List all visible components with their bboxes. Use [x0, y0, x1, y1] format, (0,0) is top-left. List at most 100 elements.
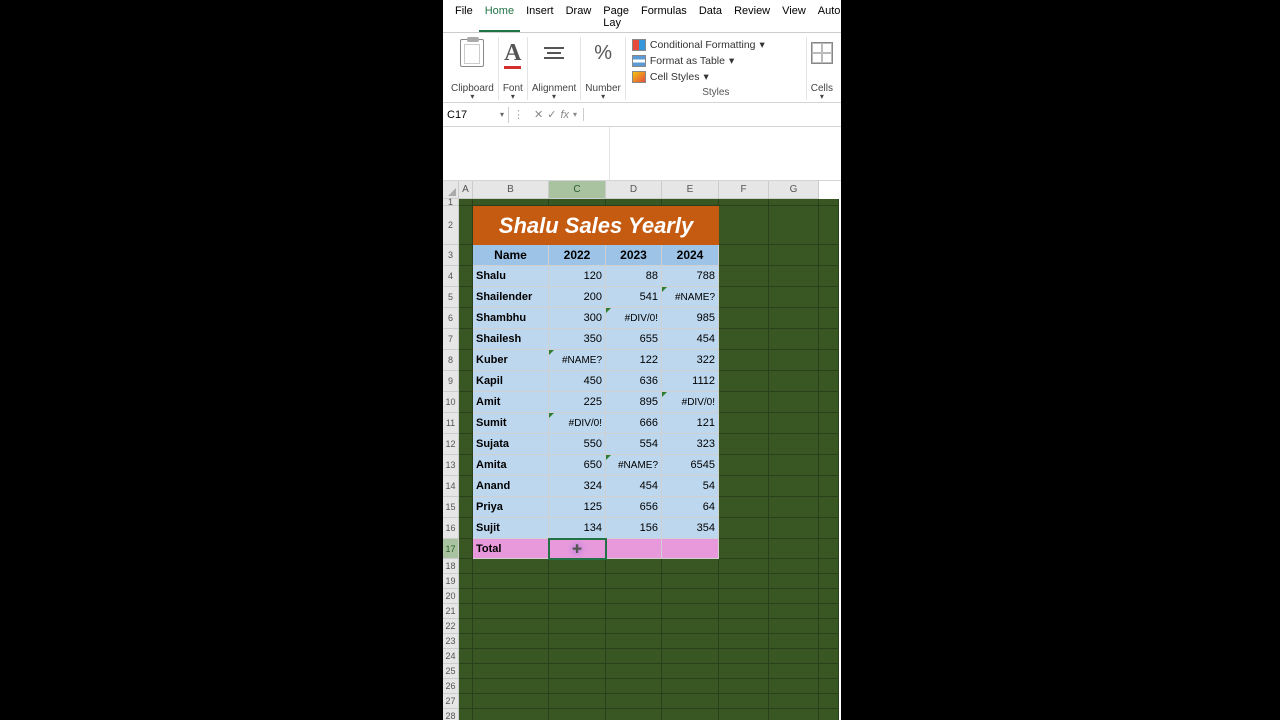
cell[interactable] [719, 350, 769, 371]
row-header-25[interactable]: 25 [443, 664, 459, 679]
row-header-7[interactable]: 7 [443, 329, 459, 350]
cell[interactable] [719, 206, 769, 245]
cell[interactable] [662, 694, 719, 709]
cell[interactable] [819, 476, 839, 497]
cell[interactable] [459, 245, 473, 266]
cell[interactable] [549, 619, 606, 634]
cell[interactable] [819, 329, 839, 350]
cell[interactable] [819, 455, 839, 476]
cell[interactable] [769, 308, 819, 329]
cell[interactable] [769, 413, 819, 434]
cell[interactable] [549, 694, 606, 709]
cell[interactable] [459, 434, 473, 455]
conditional-formatting-button[interactable]: Conditional Formatting ▾ [632, 37, 800, 53]
menu-formulas[interactable]: Formulas [635, 2, 693, 32]
cell[interactable] [473, 199, 549, 206]
cell[interactable] [606, 574, 662, 589]
cell[interactable] [549, 589, 606, 604]
col-header-G[interactable]: G [769, 181, 819, 199]
chevron-down-icon[interactable]: ▾ [500, 110, 504, 119]
cell[interactable] [819, 371, 839, 392]
row-header-16[interactable]: 16 [443, 518, 459, 539]
cell[interactable]: Name [473, 245, 549, 266]
cell[interactable] [473, 574, 549, 589]
cell[interactable] [769, 694, 819, 709]
cell[interactable] [769, 518, 819, 539]
cell[interactable] [662, 539, 719, 559]
cell[interactable] [819, 539, 839, 559]
cell[interactable] [719, 413, 769, 434]
cell[interactable]: 64 [662, 497, 719, 518]
cell[interactable] [719, 287, 769, 308]
cell[interactable] [459, 518, 473, 539]
cell[interactable] [549, 604, 606, 619]
cell[interactable]: Priya [473, 497, 549, 518]
cell[interactable]: Kuber [473, 350, 549, 371]
cell[interactable] [459, 589, 473, 604]
row-header-26[interactable]: 26 [443, 679, 459, 694]
cell[interactable] [819, 206, 839, 245]
expand-icon[interactable]: ⋮ [509, 108, 528, 121]
cell[interactable] [662, 589, 719, 604]
cell[interactable] [459, 694, 473, 709]
cell[interactable] [819, 679, 839, 694]
menu-insert[interactable]: Insert [520, 2, 560, 32]
cell[interactable] [769, 392, 819, 413]
cell[interactable] [819, 709, 839, 720]
cell[interactable]: 650 [549, 455, 606, 476]
cell[interactable] [459, 559, 473, 574]
cell[interactable]: Sumit [473, 413, 549, 434]
cell[interactable] [769, 709, 819, 720]
cell[interactable]: Shalu [473, 266, 549, 287]
cell[interactable] [719, 434, 769, 455]
ribbon-clipboard-group[interactable]: Clipboard [447, 37, 499, 100]
cell[interactable] [819, 589, 839, 604]
cell[interactable] [719, 371, 769, 392]
cell[interactable]: Shambhu [473, 308, 549, 329]
cell[interactable] [769, 559, 819, 574]
cell[interactable] [719, 245, 769, 266]
cell[interactable] [459, 206, 473, 245]
cell[interactable] [662, 619, 719, 634]
cell[interactable]: 656 [606, 497, 662, 518]
cell[interactable] [549, 559, 606, 574]
cell[interactable] [459, 308, 473, 329]
cell[interactable]: 454 [662, 329, 719, 350]
cell[interactable]: 156 [606, 518, 662, 539]
cell[interactable]: #NAME? [662, 287, 719, 308]
row-header-4[interactable]: 4 [443, 266, 459, 287]
cell[interactable]: 1112 [662, 371, 719, 392]
cell[interactable]: Total [473, 539, 549, 559]
cell[interactable]: 300 [549, 308, 606, 329]
cell[interactable]: 2022 [549, 245, 606, 266]
row-header-11[interactable]: 11 [443, 413, 459, 434]
cell[interactable]: 125 [549, 497, 606, 518]
cell[interactable] [719, 539, 769, 559]
row-header-27[interactable]: 27 [443, 694, 459, 709]
cell[interactable]: #DIV/0! [606, 308, 662, 329]
cell[interactable]: #NAME? [549, 350, 606, 371]
cell[interactable] [769, 476, 819, 497]
cell[interactable] [769, 206, 819, 245]
cell[interactable]: Sujit [473, 518, 549, 539]
cell-styles-button[interactable]: Cell Styles ▾ [632, 69, 800, 85]
cell[interactable] [719, 308, 769, 329]
cell[interactable] [606, 649, 662, 664]
cell[interactable] [719, 266, 769, 287]
cell[interactable] [473, 589, 549, 604]
cell[interactable] [662, 649, 719, 664]
cell[interactable]: Kapil [473, 371, 549, 392]
spreadsheet-grid[interactable]: A B C D E F G 12345678910111213141516171… [443, 181, 841, 720]
cell[interactable]: Shailesh [473, 329, 549, 350]
cell[interactable] [769, 245, 819, 266]
cell-C17-selected[interactable]: ✚ [549, 539, 606, 559]
fx-icon[interactable]: fx [560, 109, 569, 121]
cell[interactable] [459, 329, 473, 350]
row-header-19[interactable]: 19 [443, 574, 459, 589]
ribbon-font-group[interactable]: A Font [499, 37, 528, 100]
cell[interactable] [819, 649, 839, 664]
row-headers[interactable]: 1234567891011121314151617181920212223242… [443, 199, 459, 720]
cell[interactable] [819, 518, 839, 539]
cell[interactable] [819, 694, 839, 709]
cell[interactable] [719, 694, 769, 709]
